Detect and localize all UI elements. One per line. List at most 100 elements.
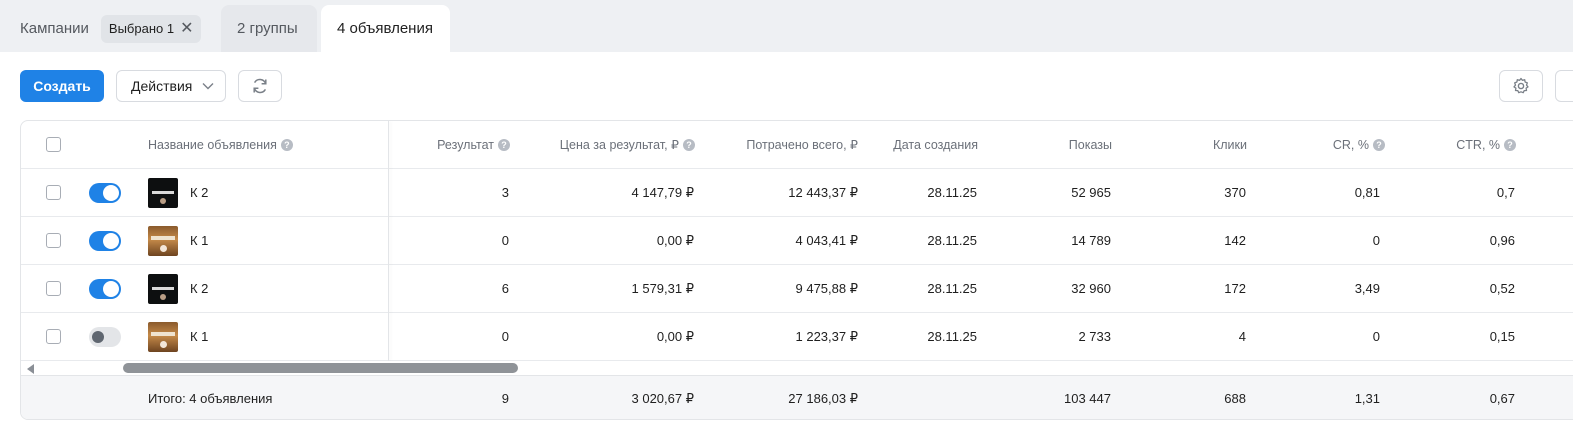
actions-dropdown[interactable]: Действия	[116, 70, 226, 102]
row-checkbox-cell	[46, 217, 61, 264]
header-impressions[interactable]: Показы	[1011, 121, 1112, 168]
row-checkbox[interactable]	[46, 329, 61, 344]
ad-name: К 2	[190, 185, 209, 200]
spent-cell: 12 443,37 ₽	[788, 184, 858, 200]
header-clicks-label: Клики	[1212, 137, 1247, 152]
row-checkbox[interactable]	[46, 233, 61, 248]
header-spent[interactable]: Потрачено всего, ₽	[711, 121, 858, 168]
price-cell: 1 579,31 ₽	[631, 280, 695, 296]
row-checkbox[interactable]	[46, 281, 61, 296]
header-ctr[interactable]: CTR, % ?	[1416, 121, 1516, 168]
ad-name-cell[interactable]: К 1	[148, 217, 208, 264]
table-row[interactable]: К 1 0 0,00 ₽ 4 043,41 ₽ 28.11.25 14 789 …	[21, 217, 1573, 265]
header-cr-label: CR, %	[1332, 137, 1369, 152]
row-toggle-cell	[89, 169, 121, 216]
header-impressions-label: Показы	[1068, 137, 1112, 152]
chevron-down-icon	[202, 83, 214, 90]
ctr-cell: 0,15	[1489, 329, 1515, 344]
help-icon[interactable]: ?	[683, 138, 695, 151]
cr-cell: 3,49	[1354, 281, 1380, 296]
ad-name-cell[interactable]: К 2	[148, 169, 208, 216]
created-cell: 28.11.25	[927, 185, 977, 200]
ad-status-toggle[interactable]	[89, 278, 121, 299]
selected-chip-label: Выбрано 1	[108, 21, 175, 36]
header-spent-label: Потрачено всего, ₽	[746, 138, 858, 152]
total-spent: 27 186,03 ₽	[788, 390, 858, 406]
cr-cell: 0,81	[1354, 185, 1380, 200]
header-price[interactable]: Цена за результат, ₽ ?	[531, 121, 695, 168]
result-cell: 6	[501, 281, 509, 296]
ad-status-toggle[interactable]	[89, 326, 121, 347]
total-label: Итого: 4 объявления	[148, 391, 273, 406]
ad-name: К 1	[190, 233, 209, 248]
gear-icon	[1513, 77, 1529, 94]
extra-toolbar-button[interactable]	[1555, 70, 1573, 102]
close-icon[interactable]: ✕	[180, 20, 193, 37]
tab-groups-label: 2 группы	[237, 20, 298, 37]
horizontal-scrollbar[interactable]	[21, 361, 1573, 375]
tab-groups[interactable]: 2 группы	[221, 5, 317, 52]
ad-name-cell[interactable]: К 2	[148, 265, 208, 312]
header-result[interactable]: Результат ?	[408, 121, 510, 168]
spent-cell: 1 223,37 ₽	[795, 328, 859, 344]
impressions-cell: 14 789	[1071, 233, 1111, 248]
header-cr[interactable]: CR, % ?	[1283, 121, 1385, 168]
table-row[interactable]: К 2 6 1 579,31 ₽ 9 475,88 ₽ 28.11.25 32 …	[21, 265, 1573, 313]
ad-thumbnail	[148, 273, 178, 304]
tab-ads[interactable]: 4 объявления	[321, 5, 450, 52]
ad-thumbnail	[148, 177, 178, 208]
created-cell: 28.11.25	[927, 329, 977, 344]
create-button-label: Создать	[33, 78, 91, 94]
ad-name: К 2	[190, 281, 209, 296]
header-clicks[interactable]: Клики	[1146, 121, 1247, 168]
row-checkbox-cell	[46, 265, 61, 312]
select-all-checkbox[interactable]	[46, 137, 61, 152]
ctr-cell: 0,7	[1496, 185, 1515, 200]
tab-bar: Кампании Выбрано 1 ✕ 2 группы 4 объявлен…	[0, 0, 1573, 52]
ctr-cell: 0,96	[1489, 233, 1515, 248]
tab-ads-label: 4 объявления	[337, 20, 433, 37]
create-button[interactable]: Создать	[20, 70, 104, 102]
row-checkbox-cell	[46, 169, 61, 216]
clicks-cell: 142	[1224, 233, 1246, 248]
price-cell: 0,00 ₽	[656, 232, 694, 248]
result-cell: 0	[501, 329, 509, 344]
row-checkbox-cell	[46, 313, 61, 360]
refresh-button[interactable]	[238, 70, 282, 102]
header-name[interactable]: Название объявления ?	[148, 121, 293, 168]
table-header: Название объявления ? Результат ? Цена з…	[21, 121, 1573, 169]
table-row[interactable]: К 2 3 4 147,79 ₽ 12 443,37 ₽ 28.11.25 52…	[21, 169, 1573, 217]
total-cr: 1,31	[1354, 391, 1380, 406]
ad-thumbnail	[148, 321, 178, 352]
result-cell: 0	[501, 233, 509, 248]
help-icon[interactable]: ?	[1504, 138, 1516, 151]
ad-name-cell[interactable]: К 1	[148, 313, 208, 360]
row-toggle-cell	[89, 217, 121, 264]
impressions-cell: 52 965	[1071, 185, 1111, 200]
total-row: Итого: 4 объявления 9 3 020,67 ₽ 27 186,…	[21, 375, 1573, 419]
ad-thumbnail	[148, 225, 178, 256]
tab-campaigns-label: Кампании	[20, 20, 89, 37]
header-price-label: Цена за результат, ₽	[559, 138, 679, 152]
clicks-cell: 172	[1224, 281, 1246, 296]
result-cell: 3	[501, 185, 509, 200]
table-row[interactable]: К 1 0 0,00 ₽ 1 223,37 ₽ 28.11.25 2 733 4…	[21, 313, 1573, 361]
scroll-left-icon[interactable]	[27, 364, 34, 374]
ctr-cell: 0,52	[1489, 281, 1515, 296]
total-impressions: 103 447	[1064, 391, 1111, 406]
select-all-cell	[46, 121, 61, 168]
help-icon[interactable]: ?	[1373, 138, 1385, 151]
tab-campaigns[interactable]: Кампании Выбрано 1 ✕	[4, 5, 214, 52]
impressions-cell: 32 960	[1071, 281, 1111, 296]
header-created[interactable]: Дата создания	[873, 121, 978, 168]
help-icon[interactable]: ?	[498, 138, 510, 151]
selected-chip[interactable]: Выбрано 1 ✕	[100, 14, 202, 43]
actions-dropdown-label: Действия	[131, 78, 193, 94]
ad-status-toggle[interactable]	[89, 182, 121, 203]
total-clicks: 688	[1224, 391, 1246, 406]
ad-status-toggle[interactable]	[89, 230, 121, 251]
help-icon[interactable]: ?	[280, 138, 293, 151]
row-checkbox[interactable]	[46, 185, 61, 200]
settings-button[interactable]	[1499, 70, 1543, 102]
scrollbar-thumb[interactable]	[123, 363, 518, 373]
